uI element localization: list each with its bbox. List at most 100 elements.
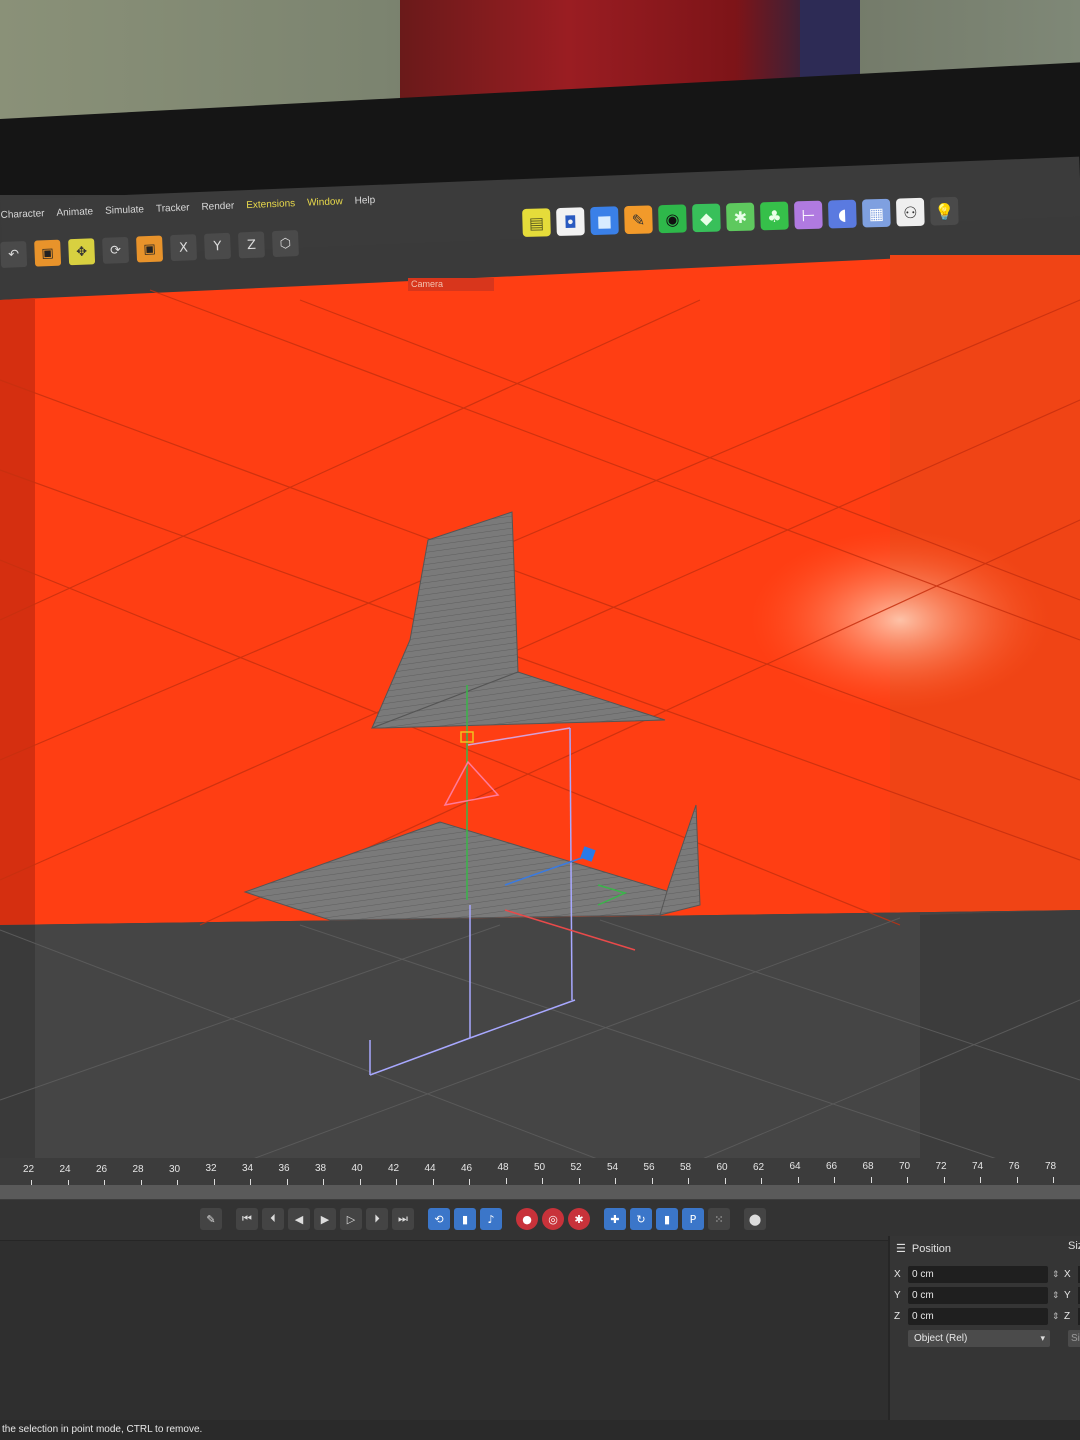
- position-z-field[interactable]: 0 cm: [908, 1308, 1048, 1325]
- deformer-icon[interactable]: ⊢: [793, 200, 823, 230]
- timeline-tick: [359, 1178, 361, 1185]
- timeline-tick-label: 38: [315, 1163, 327, 1175]
- viewport-floor-left: [0, 925, 35, 1160]
- timeline-tick-label: 66: [826, 1161, 838, 1173]
- menu-window[interactable]: Window: [307, 196, 343, 208]
- timeline-tick-label: 22: [23, 1164, 35, 1175]
- timeline-tick: [761, 1177, 762, 1184]
- prev-key-icon[interactable]: ⏴: [262, 1208, 284, 1230]
- coordinate-system-icon[interactable]: ⬡: [271, 230, 299, 258]
- play-icon[interactable]: ▶: [314, 1208, 336, 1230]
- timeline-tick-label: 48: [497, 1162, 509, 1174]
- timeline-tick-label: 36: [278, 1163, 290, 1175]
- light-icon[interactable]: 💡: [929, 196, 959, 226]
- coordinate-mode-select[interactable]: Object (Rel) ▾: [908, 1330, 1050, 1347]
- menu-tracker[interactable]: Tracker: [156, 202, 190, 214]
- timeline-tick: [907, 1177, 908, 1184]
- timeline-tick-label: 24: [59, 1163, 71, 1175]
- timeline-scrub-bar[interactable]: [0, 1185, 1080, 1199]
- spinner-icon[interactable]: ⇕: [1052, 1290, 1060, 1301]
- key-position-icon[interactable]: ✚: [604, 1208, 626, 1230]
- motion-system-icon[interactable]: ⬤: [744, 1208, 766, 1230]
- timeline-tick: [870, 1177, 872, 1184]
- screen-glare: [750, 530, 1050, 710]
- timeline-tick-label: 74: [972, 1160, 984, 1172]
- render-view-icon[interactable]: ▤: [522, 208, 551, 237]
- go-to-start-icon[interactable]: ⏮: [236, 1208, 258, 1230]
- size-mode-select[interactable]: Si: [1068, 1330, 1080, 1347]
- record-active-icon[interactable]: ●: [516, 1208, 538, 1230]
- timeline-tick-label: 40: [351, 1162, 363, 1174]
- chevron-down-icon: ▾: [1040, 1333, 1045, 1343]
- key-param-icon[interactable]: P: [682, 1208, 704, 1230]
- next-key-icon[interactable]: ⏵: [366, 1208, 388, 1230]
- position-x-field[interactable]: 0 cm: [908, 1266, 1048, 1283]
- material-manager[interactable]: [0, 1240, 888, 1420]
- cube-icon[interactable]: ■: [590, 206, 619, 236]
- position-y-field[interactable]: 0 cm: [908, 1287, 1048, 1304]
- timeline-tick: [1016, 1176, 1018, 1183]
- timeline-tick-label: 62: [753, 1161, 765, 1173]
- pen-icon[interactable]: ✎: [624, 205, 653, 235]
- timeline-tick-label: 72: [935, 1161, 947, 1172]
- auto-key-icon[interactable]: ✱: [568, 1208, 590, 1230]
- timeline-tick-label: 32: [205, 1163, 217, 1175]
- sound-icon[interactable]: ♪: [480, 1208, 502, 1230]
- timeline-tick: [724, 1177, 726, 1184]
- timeline-tick-label: 68: [862, 1161, 874, 1173]
- viewport-canvas[interactable]: [0, 255, 1080, 1160]
- coordinate-manager: ☰ Position Siz X0 cm⇕X0 cY0 cm⇕Y0 cZ0 cm…: [888, 1236, 1080, 1420]
- timeline-tick: [980, 1176, 981, 1183]
- subdivision-icon[interactable]: ◉: [658, 204, 687, 234]
- field-icon[interactable]: ◖: [827, 199, 857, 229]
- timeline-tick-label: 70: [899, 1161, 911, 1173]
- loop-icon[interactable]: ⟲: [428, 1208, 450, 1230]
- menu-simulate[interactable]: Simulate: [105, 204, 144, 217]
- go-to-end-icon[interactable]: ⏭: [392, 1208, 414, 1230]
- timeline-tick-label: 34: [242, 1163, 254, 1175]
- axis-label: Z: [894, 1311, 901, 1322]
- menu-animate[interactable]: Animate: [56, 206, 93, 218]
- timeline-tick-label: 46: [461, 1162, 473, 1174]
- axis-label: X: [894, 1269, 901, 1280]
- camera-label[interactable]: Camera: [408, 278, 494, 291]
- menu-icon[interactable]: ☰: [896, 1242, 906, 1255]
- timeline-tick: [432, 1178, 434, 1185]
- floor-icon[interactable]: ▦: [861, 198, 891, 228]
- spinner-icon[interactable]: ⇕: [1052, 1311, 1060, 1322]
- extrude-icon[interactable]: ◆: [692, 203, 721, 233]
- key-rotation-icon[interactable]: ↻: [630, 1208, 652, 1230]
- timeline-icon[interactable]: ▮: [454, 1208, 476, 1230]
- timeline-tick-label: 56: [643, 1161, 655, 1173]
- next-frame-icon[interactable]: ▷: [340, 1208, 362, 1230]
- coordinate-row-y: Y0 cm⇕Y0 c: [894, 1287, 1080, 1304]
- position-header: Position: [911, 1242, 952, 1255]
- menu-extensions[interactable]: Extensions: [246, 198, 295, 211]
- timeline-tick: [469, 1178, 470, 1185]
- mograph-icon[interactable]: ♣: [759, 201, 789, 231]
- keyframe-icon[interactable]: ✎: [200, 1208, 222, 1230]
- key-pla-icon[interactable]: ⁙: [708, 1208, 730, 1230]
- timeline-tick-label: 30: [169, 1163, 181, 1175]
- timeline-tick-label: 52: [570, 1162, 582, 1174]
- key-scale-icon[interactable]: ▮: [656, 1208, 678, 1230]
- cloner-icon[interactable]: ✱: [726, 202, 755, 232]
- record-keys-icon[interactable]: ◎: [542, 1208, 564, 1230]
- menu-render[interactable]: Render: [201, 201, 234, 213]
- menu-help[interactable]: Help: [354, 195, 375, 207]
- timeline-tick: [542, 1178, 543, 1185]
- timeline-tick: [834, 1177, 835, 1184]
- timeline-tick-label: 50: [534, 1162, 546, 1174]
- timeline-tick-label: 54: [607, 1162, 619, 1174]
- camera-icon[interactable]: ◘: [556, 207, 585, 237]
- transport-bar: ✎ ⏮ ⏴ ◀ ▶ ▷ ⏵ ⏭ ⟲ ▮ ♪ ● ◎ ✱ ✚ ↻ ▮ P ⁙ ⬤: [0, 1200, 1080, 1240]
- timeline-tick-label: 60: [716, 1161, 728, 1173]
- perspective-viewport[interactable]: [0, 255, 1080, 1160]
- viewport-floor: [0, 910, 1080, 1160]
- timeline-tick: [578, 1178, 580, 1185]
- prev-frame-icon[interactable]: ◀: [288, 1208, 310, 1230]
- spinner-icon[interactable]: ⇕: [1052, 1269, 1060, 1280]
- timeline-tick: [943, 1177, 945, 1183]
- scene-icon[interactable]: ⚇: [895, 197, 925, 227]
- menu-character[interactable]: Character: [0, 208, 44, 221]
